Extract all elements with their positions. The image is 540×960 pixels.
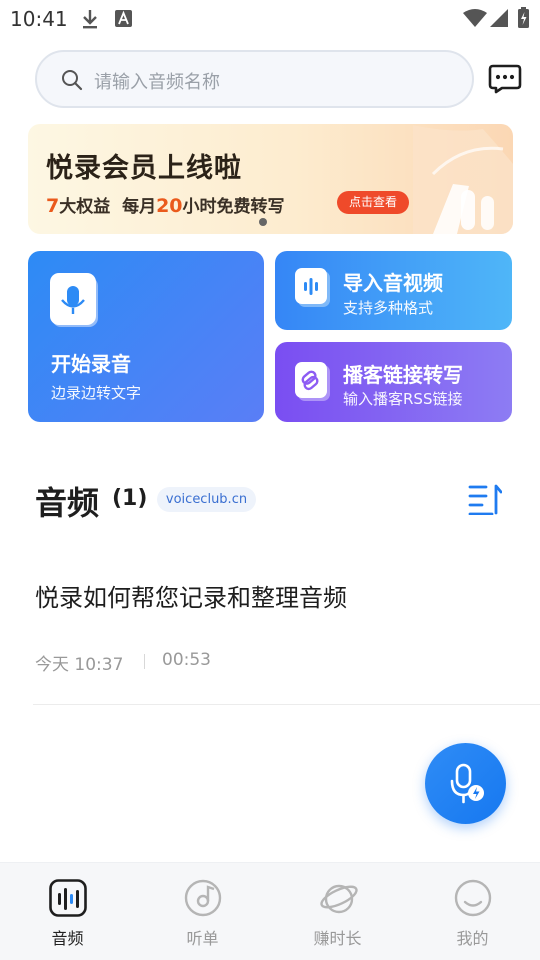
message-icon[interactable]: [488, 64, 522, 98]
nav-item-profile[interactable]: 我的: [405, 863, 540, 960]
card-title: 播客链接转写: [343, 363, 463, 387]
microphone-icon: [50, 273, 100, 333]
banner-num-1: 7: [46, 195, 60, 217]
banner-num-2: 20: [156, 195, 183, 217]
status-time: 10:41: [10, 7, 68, 31]
card-title: 开始录音: [51, 352, 131, 376]
nav-label: 赚时长: [313, 929, 362, 948]
banner-text-1: 大权益: [59, 197, 111, 217]
podcast-link-card[interactable]: 播客链接转写 输入播客RSS链接: [275, 342, 512, 422]
search-icon: [61, 69, 83, 95]
signal-icon: [490, 9, 508, 31]
disc-icon: [184, 879, 222, 921]
search-input[interactable]: 请输入音频名称: [35, 50, 474, 108]
link-file-icon: [295, 362, 331, 406]
sort-icon[interactable]: [468, 483, 503, 519]
start-recording-card[interactable]: 开始录音 边录边转文字: [28, 251, 264, 422]
audio-wave-icon: [49, 879, 87, 921]
nav-label: 听单: [186, 929, 219, 948]
card-subtitle: 支持多种格式: [343, 299, 434, 317]
audio-duration: 00:53: [162, 650, 211, 670]
card-title: 导入音视频: [343, 271, 443, 295]
banner-text-3: 小时免费转写: [182, 197, 285, 217]
meta-divider: [144, 654, 145, 669]
card-subtitle: 边录边转文字: [51, 384, 142, 402]
card-subtitle: 输入播客RSS链接: [343, 390, 463, 408]
site-tag: voiceclub.cn: [157, 487, 256, 512]
record-fab-button[interactable]: [425, 743, 506, 824]
banner-title: 悦录会员上线啦: [46, 153, 242, 184]
search-placeholder: 请输入音频名称: [94, 72, 220, 93]
battery-icon: [518, 7, 529, 32]
banner-text-2: 每月: [122, 197, 157, 217]
font-icon: [115, 10, 132, 31]
list-divider: [33, 704, 540, 705]
microphone-icon: [450, 763, 484, 804]
hand-illustration: [407, 124, 513, 234]
nav-item-audio[interactable]: 音频: [0, 863, 135, 960]
section-count: (1): [112, 486, 148, 511]
download-icon: [80, 8, 100, 34]
banner-page-indicator: [259, 218, 267, 226]
nav-label: 音频: [51, 929, 84, 948]
nav-label: 我的: [456, 929, 489, 948]
import-media-card[interactable]: 导入音视频 支持多种格式: [275, 251, 512, 330]
face-icon: [454, 879, 492, 921]
audio-file-icon: [295, 268, 331, 312]
audio-date: 今天 10:37: [35, 655, 124, 675]
section-title: 音频: [35, 484, 100, 522]
nav-item-playlist[interactable]: 听单: [135, 863, 270, 960]
promo-banner[interactable]: 悦录会员上线啦 7大权益 每月20小时免费转写 点击查看: [28, 124, 513, 234]
audio-title: 悦录如何帮您记录和整理音频: [35, 584, 347, 612]
planet-icon: [319, 879, 359, 921]
wifi-icon: [463, 9, 487, 31]
banner-subtitle: 7大权益 每月20小时免费转写: [46, 192, 285, 217]
bottom-nav: 音频 听单 赚时长 我的: [0, 862, 540, 960]
status-bar: 10:41: [0, 0, 540, 38]
nav-item-earn-time[interactable]: 赚时长: [270, 863, 405, 960]
banner-view-button[interactable]: 点击查看: [337, 191, 409, 214]
